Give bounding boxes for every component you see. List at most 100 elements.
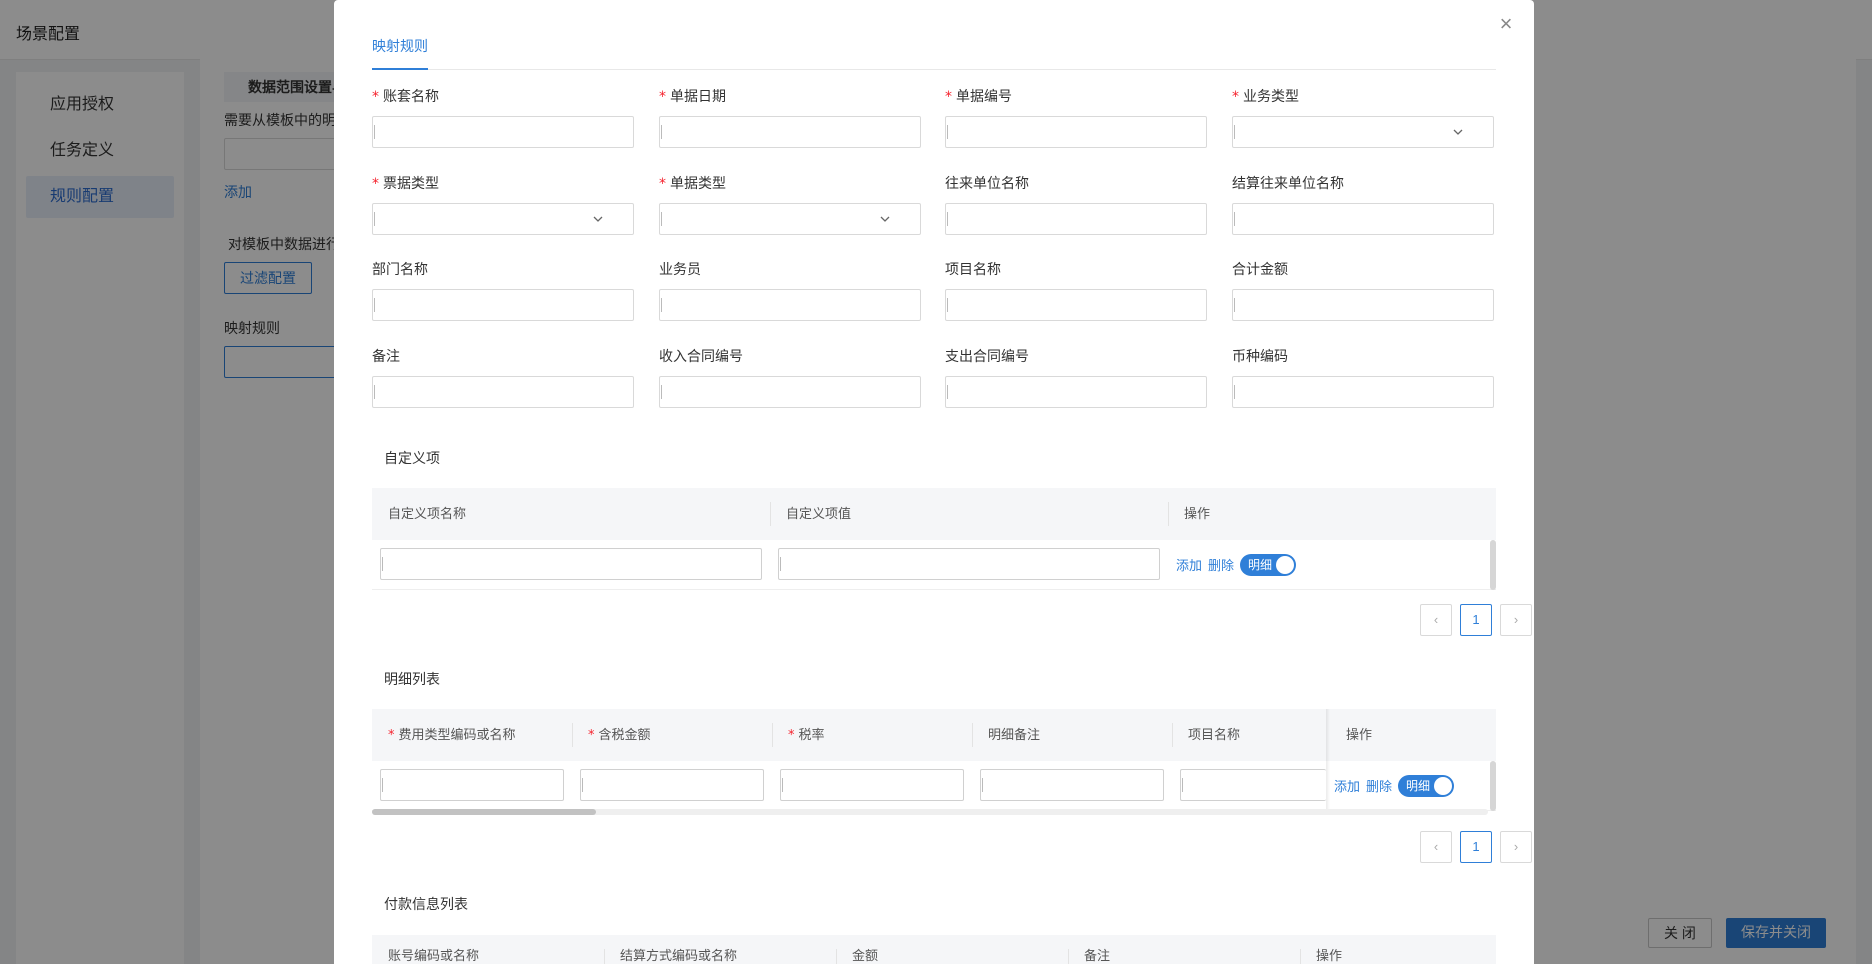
field-label: 备注 — [372, 346, 634, 366]
delete-row-link[interactable]: 删除 — [1366, 776, 1392, 795]
form-field: 备注 — [372, 346, 634, 408]
horizontal-scrollbar[interactable] — [372, 809, 1488, 815]
field-select[interactable] — [659, 203, 921, 235]
required-mark: * — [659, 89, 666, 105]
page-number-button[interactable]: 1 — [1460, 831, 1492, 863]
mapping-modal: × 映射规则 * 账套名称 * 单据日期 * 单据编号 * 业务类型 * 票据类型 * 单据类型 往来单… — [334, 0, 1534, 964]
detail-toggle[interactable]: 明细 — [1240, 554, 1296, 576]
custom-table-header: 自定义项名称 自定义项值 操作 — [372, 488, 1496, 540]
custom-name-input[interactable] — [380, 548, 762, 580]
amount-input[interactable] — [580, 769, 764, 801]
field-label-text: 部门名称 — [372, 261, 428, 277]
field-label-text: 单据编号 — [956, 88, 1012, 104]
vertical-scrollbar[interactable] — [1490, 761, 1496, 811]
detail-table: * 费用类型编码或名称 * 含税金额 * 税率 明细备注 项目名称 操作 添加 删除 … — [372, 709, 1496, 815]
vertical-scrollbar[interactable] — [1490, 540, 1496, 590]
form-field: 结算往来单位名称 — [1232, 173, 1494, 235]
field-label-text: 单据类型 — [670, 175, 726, 191]
field-label: 业务员 — [659, 259, 921, 279]
field-label-text: 合计金额 — [1232, 261, 1288, 277]
field-input[interactable] — [945, 203, 1207, 235]
detail-col-tax-rate-label: 税率 — [798, 727, 825, 742]
field-input[interactable] — [372, 289, 634, 321]
field-input[interactable] — [945, 116, 1207, 148]
detail-col-expense-type: * 费用类型编码或名称 — [372, 709, 516, 761]
field-label-text: 币种编码 — [1232, 348, 1288, 364]
field-input[interactable] — [659, 289, 921, 321]
tab-mapping-rule[interactable]: 映射规则 — [372, 36, 428, 70]
form-field: * 业务类型 — [1232, 86, 1494, 148]
field-label: * 业务类型 — [1232, 86, 1494, 106]
field-label: 收入合同编号 — [659, 346, 921, 366]
field-input[interactable] — [1232, 203, 1494, 235]
horizontal-scrollbar-thumb[interactable] — [372, 809, 596, 815]
project-name-input[interactable] — [1180, 769, 1326, 801]
payment-col-settlement: 结算方式编码或名称 — [620, 948, 738, 963]
field-label-text: 账套名称 — [383, 88, 439, 104]
required-mark: * — [659, 176, 666, 192]
prev-page-icon[interactable]: ‹ — [1420, 831, 1452, 863]
toggle-knob — [1276, 556, 1294, 574]
detail-col-remark: 明细备注 — [988, 727, 1041, 742]
field-label: 往来单位名称 — [945, 173, 1207, 193]
payment-table: 账号编码或名称 结算方式编码或名称 金额 备注 操作 — [372, 935, 1496, 964]
required-mark: * — [372, 89, 379, 105]
field-label: * 单据类型 — [659, 173, 921, 193]
custom-col-value: 自定义项值 — [786, 506, 852, 521]
field-input[interactable] — [372, 376, 634, 408]
form-field: 项目名称 — [945, 259, 1207, 321]
form-field: 支出合同编号 — [945, 346, 1207, 408]
field-input[interactable] — [659, 116, 921, 148]
detail-remark-input[interactable] — [980, 769, 1164, 801]
field-label-text: 业务类型 — [1243, 88, 1299, 104]
field-label: * 单据编号 — [945, 86, 1207, 106]
field-label-text: 支出合同编号 — [945, 348, 1029, 364]
field-input[interactable] — [1232, 289, 1494, 321]
custom-pagination: ‹ 1 › — [372, 604, 1532, 636]
field-input[interactable] — [945, 376, 1207, 408]
custom-col-ops: 操作 — [1184, 506, 1211, 521]
form-field: * 单据编号 — [945, 86, 1207, 148]
custom-value-input[interactable] — [778, 548, 1160, 580]
required-mark: * — [788, 728, 795, 743]
field-label-text: 往来单位名称 — [945, 175, 1029, 191]
next-page-icon[interactable]: › — [1500, 604, 1532, 636]
delete-row-link[interactable]: 删除 — [1208, 555, 1234, 574]
field-label: * 账套名称 — [372, 86, 634, 106]
detail-toggle[interactable]: 明细 — [1398, 775, 1454, 797]
payment-col-account: 账号编码或名称 — [388, 948, 480, 963]
detail-section-title: 明细列表 — [384, 671, 440, 687]
tax-rate-input[interactable] — [780, 769, 964, 801]
sticky-column-shadow — [1326, 761, 1330, 811]
detail-col-expense-type-label: 费用类型编码或名称 — [398, 727, 516, 742]
add-row-link[interactable]: 添加 — [1176, 555, 1202, 574]
field-select[interactable] — [1232, 116, 1494, 148]
form-field: 往来单位名称 — [945, 173, 1207, 235]
custom-col-name: 自定义项名称 — [388, 506, 467, 521]
field-input[interactable] — [372, 116, 634, 148]
prev-page-icon[interactable]: ‹ — [1420, 604, 1452, 636]
form-field: 币种编码 — [1232, 346, 1494, 408]
payment-col-amount: 金额 — [852, 948, 879, 963]
required-mark: * — [388, 728, 395, 743]
page-number-button[interactable]: 1 — [1460, 604, 1492, 636]
close-icon[interactable]: × — [1496, 13, 1516, 35]
form-field: * 单据日期 — [659, 86, 921, 148]
next-page-icon[interactable]: › — [1500, 831, 1532, 863]
field-input[interactable] — [945, 289, 1207, 321]
chevron-down-icon — [593, 216, 603, 222]
detail-toggle-label: 明细 — [1406, 779, 1431, 793]
field-label: 部门名称 — [372, 259, 634, 279]
add-row-link[interactable]: 添加 — [1334, 776, 1360, 795]
form-field: 业务员 — [659, 259, 921, 321]
field-select[interactable] — [372, 203, 634, 235]
required-mark: * — [1232, 89, 1239, 105]
detail-col-tax-rate: * 税率 — [772, 709, 825, 761]
required-mark: * — [945, 89, 952, 105]
expense-type-input[interactable] — [380, 769, 564, 801]
field-input[interactable] — [1232, 376, 1494, 408]
form-field: 部门名称 — [372, 259, 634, 321]
field-label: 合计金额 — [1232, 259, 1494, 279]
field-input[interactable] — [659, 376, 921, 408]
table-row: 添加 删除 明细 — [372, 540, 1496, 590]
